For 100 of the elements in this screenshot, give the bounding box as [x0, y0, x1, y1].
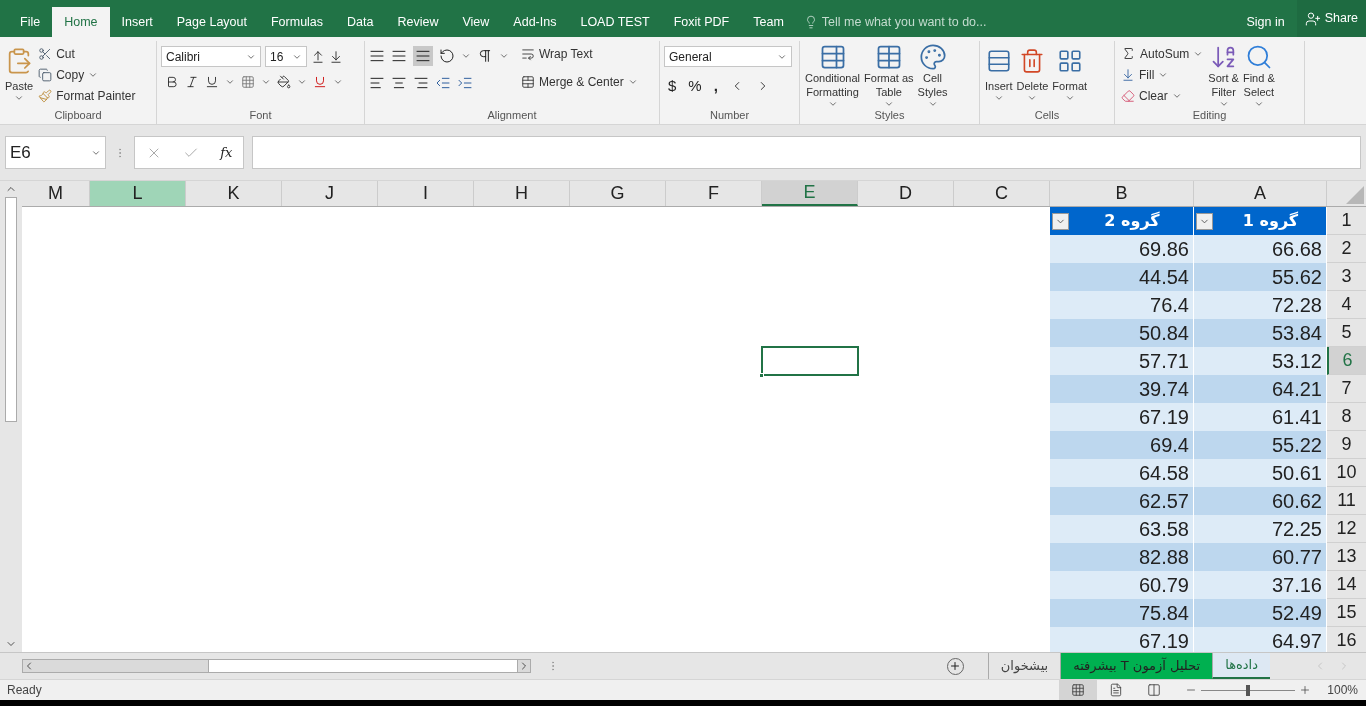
fill-handle[interactable] [759, 373, 764, 378]
table-cell: 64.21 [1194, 375, 1327, 403]
row-header[interactable]: 7 [1327, 375, 1366, 403]
scroll-thumb[interactable] [208, 660, 518, 672]
merge-center-button[interactable]: Merge & Center [519, 71, 640, 93]
column-header[interactable]: C [954, 181, 1050, 206]
row-header[interactable]: 3 [1327, 263, 1366, 291]
row-header[interactable]: 4 [1327, 291, 1366, 319]
menu-tab[interactable]: Foxit PDF [661, 7, 742, 37]
comma-button[interactable]: , [713, 75, 718, 98]
pilcrow-icon [477, 48, 493, 64]
table-cell: 72.28 [1194, 291, 1327, 319]
column-header[interactable]: D [858, 181, 954, 206]
filter-button[interactable] [1196, 212, 1213, 230]
caret-icon [499, 51, 509, 61]
group-label: Number [709, 108, 750, 124]
align-bottom-icon [413, 46, 433, 66]
sigma-icon [1121, 46, 1136, 62]
styles-button[interactable]: Format as Table [863, 43, 915, 107]
formula-field[interactable] [252, 136, 1361, 169]
find-select-button[interactable]: Find & Select [1241, 43, 1276, 107]
clear-button[interactable]: Clear [1119, 85, 1206, 107]
menu-tab[interactable]: Home [52, 7, 110, 37]
caret-icon [1158, 70, 1169, 80]
menu-tab[interactable]: LOAD TEST [568, 7, 662, 37]
fill-button[interactable]: Fill [1119, 64, 1206, 86]
menu-tab[interactable]: Insert [109, 7, 165, 37]
copy-button[interactable]: Copy [36, 64, 138, 86]
sign-in-link[interactable]: Sign in [1234, 7, 1297, 37]
view-button[interactable] [1059, 679, 1098, 701]
paste-button[interactable]: Paste [4, 43, 35, 107]
menu-tab[interactable]: Team [741, 7, 796, 37]
table-cell: 67.19 [1050, 403, 1194, 431]
row-header[interactable]: 8 [1327, 403, 1366, 431]
table-cell: 76.4 [1050, 291, 1194, 319]
cells-button[interactable]: Insert [984, 43, 1014, 107]
menu-tab[interactable]: Page Layout [164, 7, 259, 37]
zoom-slider[interactable] [1201, 684, 1296, 696]
menu-tab[interactable]: Formulas [258, 7, 336, 37]
column-header[interactable]: L [90, 181, 186, 206]
font-name-field[interactable]: Calibri [161, 46, 261, 67]
column-heading: گروه 1 [1241, 210, 1300, 232]
menu-tab[interactable]: File [8, 7, 53, 37]
table-cell: 44.54 [1050, 263, 1194, 291]
row-header[interactable]: 13 [1327, 543, 1366, 571]
cells-button[interactable]: Delete [1015, 43, 1050, 107]
column-header[interactable]: B [1050, 181, 1194, 206]
vertical-scrollbar[interactable] [0, 181, 22, 652]
styles-button[interactable]: Conditional Formatting [804, 43, 862, 107]
normal-view-icon [1071, 683, 1086, 697]
number-format-field[interactable]: General [664, 46, 792, 67]
align-right-icon [413, 75, 429, 91]
table-cell: 53.84 [1194, 319, 1327, 347]
menu-tab[interactable]: Review [385, 7, 451, 37]
sort-filter-button[interactable]: Sort & Filter [1207, 43, 1240, 107]
scroll-thumb[interactable] [5, 197, 17, 422]
row-header[interactable]: 9 [1327, 431, 1366, 459]
cells-button[interactable]: Format [1051, 43, 1089, 107]
row-header[interactable]: 11 [1327, 487, 1366, 515]
cut-button[interactable]: Cut [36, 43, 138, 65]
column-header[interactable]: J [282, 181, 378, 206]
menu-tab[interactable]: Data [335, 7, 386, 37]
name-box[interactable]: E6 [5, 136, 106, 169]
delete-icon [1019, 48, 1046, 74]
horizontal-scrollbar[interactable] [22, 659, 531, 673]
zoom-thumb[interactable] [1246, 684, 1251, 696]
row-header[interactable]: 10 [1327, 459, 1366, 487]
row-header[interactable]: 6 [1327, 347, 1366, 375]
sheet-tab[interactable]: داده‌ها [1212, 653, 1270, 679]
column-header[interactable]: H [474, 181, 570, 206]
styles-button[interactable]: Cell Styles [916, 43, 949, 107]
currency-button[interactable]: $ [668, 75, 677, 98]
tell-me-field[interactable]: Tell me what you want to do... [821, 12, 1022, 32]
row-header[interactable]: 2 [1327, 235, 1366, 263]
column-header[interactable]: A [1194, 181, 1327, 206]
menu-tab[interactable]: View [450, 7, 502, 37]
share-button[interactable]: Share [1296, 0, 1366, 37]
align-left-icon [369, 75, 385, 91]
filter-button[interactable] [1052, 212, 1069, 230]
column-header[interactable]: E [762, 181, 858, 206]
merge-icon [521, 75, 535, 89]
wrap-text-button[interactable]: Wrap Text [519, 43, 640, 65]
column-header[interactable]: I [378, 181, 474, 206]
row-header[interactable]: 12 [1327, 515, 1366, 543]
table-cell: 50.61 [1194, 459, 1327, 487]
font-size-field[interactable]: 16 [265, 46, 307, 67]
column-header[interactable]: K [186, 181, 282, 206]
caret-icon [993, 93, 1004, 103]
row-header[interactable]: 14 [1327, 571, 1366, 599]
row-header[interactable]: 1 [1327, 207, 1366, 235]
italic-icon [185, 75, 199, 89]
caret-icon [827, 99, 838, 109]
column-header[interactable]: G [570, 181, 666, 206]
sheet-tab[interactable]: تحلیل آزمون T بیشرفته [1060, 653, 1213, 679]
row-header[interactable]: 15 [1327, 599, 1366, 627]
caret-icon [461, 51, 471, 61]
menu-tab[interactable]: Add-Ins [501, 7, 569, 37]
percent-button[interactable]: % [688, 75, 702, 98]
autosum-button[interactable]: AutoSum [1119, 43, 1206, 65]
format-painter-button[interactable]: Format Painter [36, 85, 138, 107]
